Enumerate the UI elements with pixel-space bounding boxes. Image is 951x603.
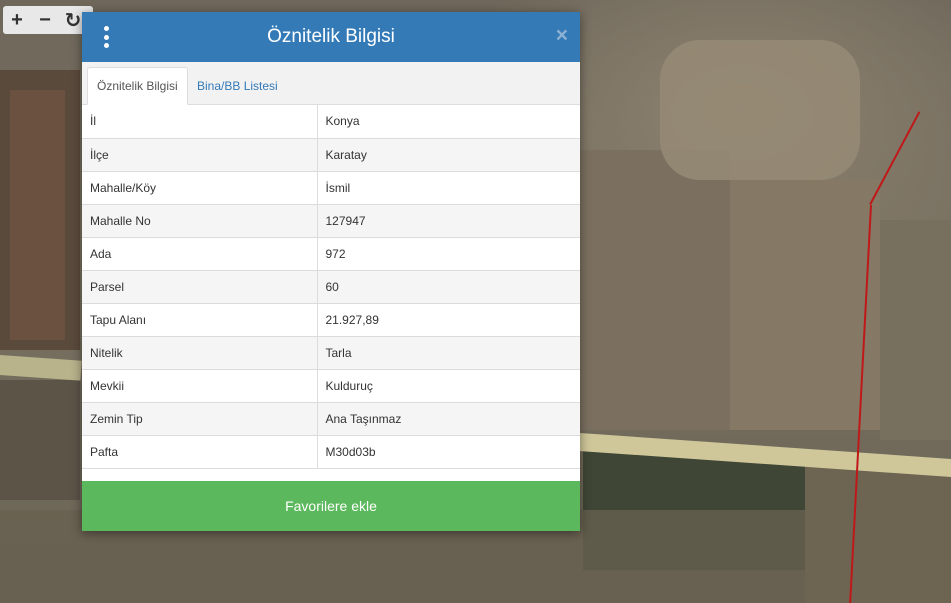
tab-building-list[interactable]: Bina/BB Listesi xyxy=(188,67,287,104)
attribute-value: Ana Taşınmaz xyxy=(317,402,580,436)
table-row: Mahalle/Köy İsmil xyxy=(82,171,580,205)
attribute-value: İsmil xyxy=(317,171,580,205)
attribute-value: 972 xyxy=(317,237,580,271)
zoom-in-button[interactable]: + xyxy=(3,6,31,34)
dialog-title: Öznitelik Bilgisi xyxy=(267,26,395,47)
dialog-header: Öznitelik Bilgisi × xyxy=(82,12,580,62)
attribute-key: Mahalle/Köy xyxy=(82,171,318,205)
map-field xyxy=(730,180,880,430)
map-zoom-toolbar: + − ↻ xyxy=(3,6,93,34)
attribute-value: Kulduruç xyxy=(317,369,580,403)
tab-attribute-info[interactable]: Öznitelik Bilgisi xyxy=(87,67,188,105)
attribute-key: Tapu Alanı xyxy=(82,303,318,337)
attribute-value: 21.927,89 xyxy=(317,303,580,337)
table-row: Mahalle No 127947 xyxy=(82,204,580,238)
table-row: Ada 972 xyxy=(82,237,580,271)
table-row: Zemin Tip Ana Taşınmaz xyxy=(82,402,580,436)
attribute-key: Mahalle No xyxy=(82,204,318,238)
table-row: Mevkii Kulduruç xyxy=(82,369,580,403)
zoom-out-button[interactable]: − xyxy=(31,6,59,34)
map-field xyxy=(0,380,80,500)
attribute-value: Tarla xyxy=(317,336,580,370)
table-row: İlçe Karatay xyxy=(82,138,580,172)
attribute-key: Ada xyxy=(82,237,318,271)
table-row: Tapu Alanı 21.927,89 xyxy=(82,303,580,337)
attribute-key: Mevkii xyxy=(82,369,318,403)
attribute-key: Pafta xyxy=(82,435,318,469)
map-field xyxy=(10,90,65,340)
attribute-value: 60 xyxy=(317,270,580,304)
table-row: Nitelik Tarla xyxy=(82,336,580,370)
attribute-value: Karatay xyxy=(317,138,580,172)
map-settlement xyxy=(660,40,860,180)
attribute-key: Nitelik xyxy=(82,336,318,370)
dialog-tabs: Öznitelik Bilgisi Bina/BB Listesi xyxy=(82,62,580,105)
attribute-table: İl Konya İlçe Karatay Mahalle/Köy İsmil Mahall… xyxy=(82,105,580,469)
table-row: Pafta M30d03b xyxy=(82,435,580,469)
map-field xyxy=(880,220,951,440)
attribute-dialog: Öznitelik Bilgisi × Öznitelik Bilgisi Bi… xyxy=(82,12,580,531)
kebab-menu-icon[interactable] xyxy=(98,26,114,48)
map-field xyxy=(580,150,730,430)
attribute-value: M30d03b xyxy=(317,435,580,469)
close-icon[interactable]: × xyxy=(556,25,568,47)
attribute-key: İl xyxy=(82,105,318,139)
map-field xyxy=(805,460,951,603)
map-road xyxy=(0,355,82,381)
attribute-value: Konya xyxy=(317,105,580,139)
attribute-key: İlçe xyxy=(82,138,318,172)
attribute-value: 127947 xyxy=(317,204,580,238)
attribute-key: Zemin Tip xyxy=(82,402,318,436)
parcel-boundary-line xyxy=(869,111,921,205)
table-row: İl Konya xyxy=(82,105,580,139)
table-row: Parsel 60 xyxy=(82,270,580,304)
add-to-favorites-button[interactable]: Favorilere ekle xyxy=(82,481,580,531)
attribute-key: Parsel xyxy=(82,270,318,304)
